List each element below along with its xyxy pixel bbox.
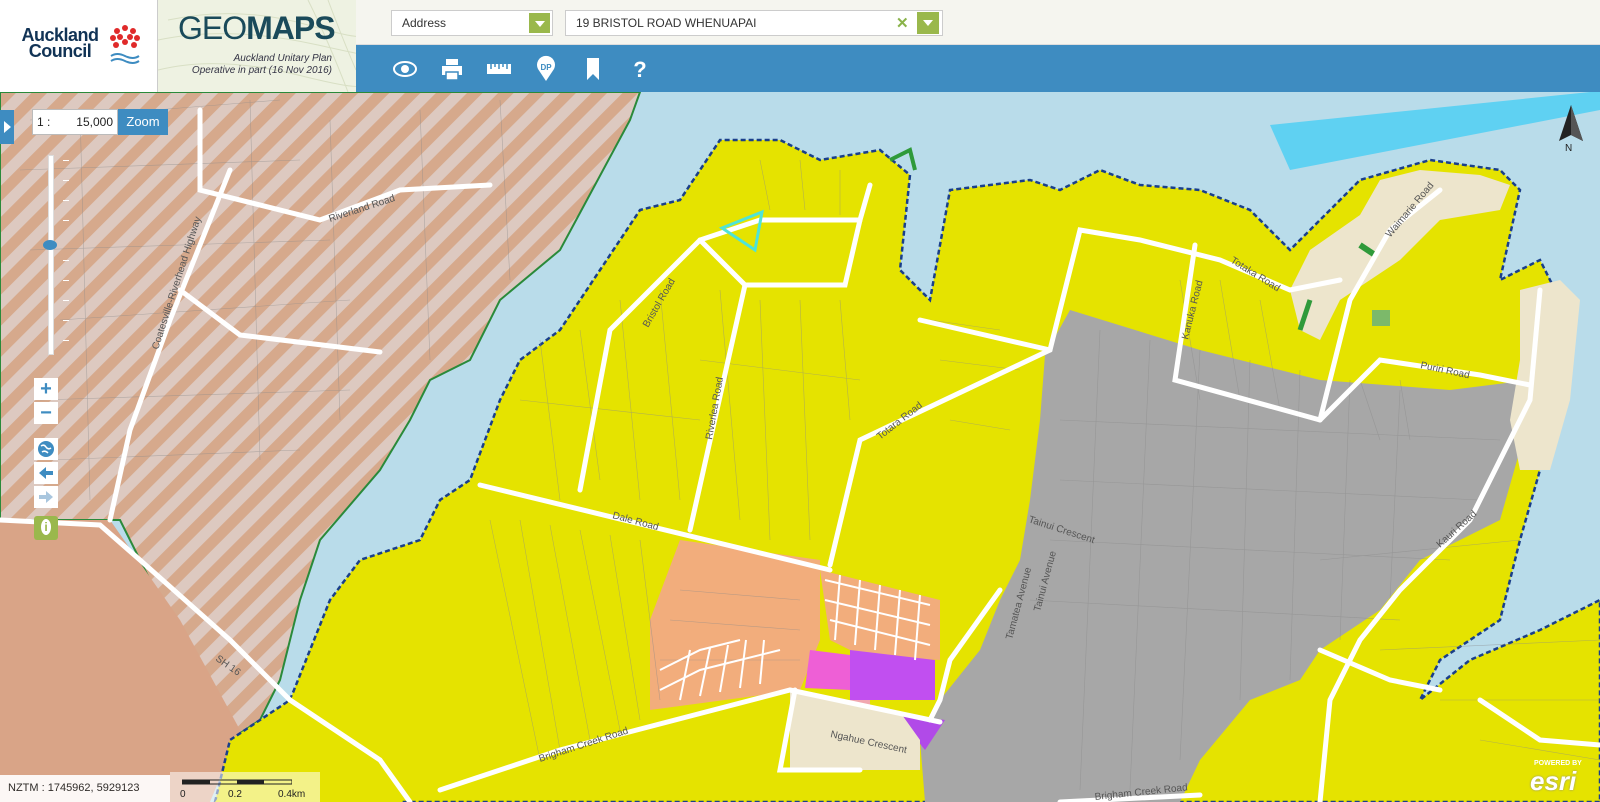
slider-tick: [63, 300, 69, 301]
bookmark-icon[interactable]: [579, 55, 607, 83]
svg-text:DP: DP: [540, 63, 552, 72]
eye-icon[interactable]: [391, 55, 419, 83]
slider-tick: [63, 320, 69, 321]
scale-value[interactable]: 15,000: [76, 115, 113, 129]
previous-extent-icon[interactable]: [34, 462, 58, 484]
council-logo[interactable]: Auckland Council: [0, 0, 158, 92]
geomaps-brand: GEOMAPS Auckland Unitary Plan Operative …: [158, 0, 356, 92]
zoom-out-button[interactable]: −: [34, 402, 58, 424]
north-label: N: [1565, 143, 1573, 154]
scale-label-max: 0.4km: [278, 789, 306, 800]
slider-tick: [63, 180, 69, 181]
map-canvas[interactable]: Riverland Road Coatesville-Riverhead Hig…: [0, 92, 1600, 802]
zoom-slider-handle[interactable]: [43, 240, 57, 250]
geomaps-app: Riverland Road Coatesville-Riverhead Hig…: [0, 0, 1600, 802]
slider-tick: [63, 220, 69, 221]
pink-zone: [805, 650, 850, 690]
esri-logo[interactable]: esri: [1530, 766, 1576, 797]
globe-icon[interactable]: [34, 438, 58, 460]
help-icon[interactable]: ?: [626, 55, 654, 83]
svg-text:?: ?: [633, 57, 646, 82]
slider-tick: [63, 340, 69, 341]
print-icon[interactable]: [438, 55, 466, 83]
coordinates-readout: NZTM : 1745962, 5929123: [0, 775, 170, 802]
next-extent-icon[interactable]: [34, 486, 58, 508]
expand-panel-button[interactable]: [0, 110, 14, 144]
plan-name: Auckland Unitary Plan Operative in part …: [191, 53, 332, 76]
scale-input[interactable]: 1 : 15,000: [32, 109, 118, 135]
zoom-in-button[interactable]: +: [34, 378, 58, 400]
council-name: Auckland Council: [21, 25, 99, 61]
search-type-select[interactable]: Address: [391, 10, 553, 36]
chevron-down-icon[interactable]: [529, 13, 550, 33]
info-icon[interactable]: [34, 516, 58, 540]
ruler-icon[interactable]: [485, 55, 513, 83]
chevron-down-icon[interactable]: [917, 12, 939, 34]
search-input[interactable]: [565, 10, 943, 36]
pohutukawa-logo-icon: [110, 25, 140, 64]
header: Auckland Council GEOMAPS Auckland Unitar…: [0, 0, 1600, 92]
scale-label-0: 0: [180, 789, 186, 800]
clear-icon[interactable]: ✕: [896, 14, 909, 32]
dp-pin-icon[interactable]: DP: [532, 55, 560, 83]
scale-prefix: 1 :: [37, 115, 51, 129]
slider-tick: [63, 260, 69, 261]
slider-tick: [63, 200, 69, 201]
slider-tick: [63, 160, 69, 161]
zoom-button[interactable]: Zoom: [118, 109, 168, 135]
zoom-slider-track[interactable]: [48, 155, 54, 355]
scale-bar: 0 0.2 0.4km: [170, 772, 320, 802]
app-title: GEOMAPS: [178, 10, 336, 46]
scale-label-mid: 0.2: [228, 789, 242, 800]
slider-tick: [63, 280, 69, 281]
